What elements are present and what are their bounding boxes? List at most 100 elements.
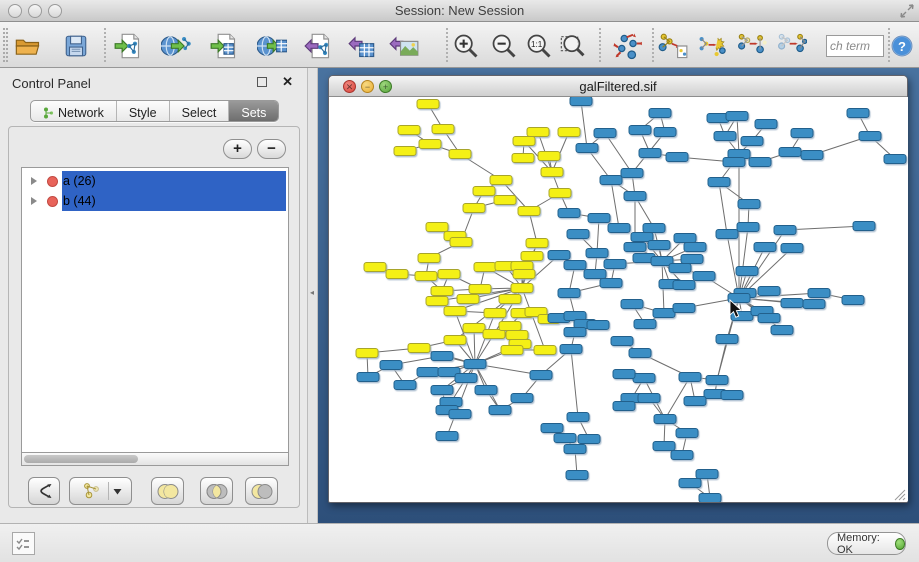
graph-node-blue[interactable] xyxy=(608,224,630,233)
graph-node-yellow[interactable] xyxy=(463,324,485,333)
graph-node-blue[interactable] xyxy=(588,214,610,223)
graph-node-blue[interactable] xyxy=(594,129,616,138)
graph-node-blue[interactable] xyxy=(859,132,881,141)
graph-node-yellow[interactable] xyxy=(538,152,560,161)
graph-node-yellow[interactable] xyxy=(534,346,556,355)
graph-node-yellow[interactable] xyxy=(484,309,506,318)
graph-node-blue[interactable] xyxy=(621,300,643,309)
graph-node-yellow[interactable] xyxy=(417,100,439,109)
graph-node-blue[interactable] xyxy=(696,470,718,479)
graph-node-blue[interactable] xyxy=(774,226,796,235)
open-session-icon[interactable] xyxy=(11,29,45,63)
hide-selected-icon[interactable] xyxy=(735,29,769,63)
graph-node-blue[interactable] xyxy=(714,132,736,141)
graph-node-blue[interactable] xyxy=(653,309,675,318)
graph-node-blue[interactable] xyxy=(716,230,738,239)
graph-node-blue[interactable] xyxy=(803,300,825,309)
export-network-icon[interactable] xyxy=(301,29,335,63)
union-button[interactable] xyxy=(151,477,184,505)
memory-status-button[interactable]: Memory: OK xyxy=(827,532,906,555)
graph-edge[interactable] xyxy=(571,349,578,417)
graph-node-yellow[interactable] xyxy=(469,285,491,294)
scrollbar-thumb[interactable] xyxy=(24,455,138,463)
graph-node-blue[interactable] xyxy=(716,335,738,344)
graph-node-yellow[interactable] xyxy=(415,272,437,281)
select-first-neighbors-icon[interactable] xyxy=(656,29,690,63)
graph-node-blue[interactable] xyxy=(604,260,626,269)
graph-node-yellow[interactable] xyxy=(518,207,540,216)
zoom-fit-icon[interactable] xyxy=(556,29,590,63)
graph-node-yellow[interactable] xyxy=(463,204,485,213)
graph-edge[interactable] xyxy=(719,182,727,234)
graph-node-blue[interactable] xyxy=(629,126,651,135)
graph-node-blue[interactable] xyxy=(431,352,453,361)
graph-node-yellow[interactable] xyxy=(364,263,386,272)
network-frame-titlebar[interactable]: ✕ − + galFiltered.sif xyxy=(329,76,907,97)
graph-node-blue[interactable] xyxy=(737,223,759,232)
graph-node-blue[interactable] xyxy=(639,149,661,158)
graph-node-blue[interactable] xyxy=(475,386,497,395)
graph-node-blue[interactable] xyxy=(669,264,691,273)
graph-node-blue[interactable] xyxy=(723,158,745,167)
close-panel-icon[interactable]: ✕ xyxy=(282,74,293,90)
zoom-out-icon[interactable] xyxy=(487,29,521,63)
graph-node-yellow[interactable] xyxy=(558,128,580,137)
graph-node-yellow[interactable] xyxy=(490,176,512,185)
save-session-icon[interactable] xyxy=(59,29,93,63)
graph-node-blue[interactable] xyxy=(791,129,813,138)
import-network-web-icon[interactable] xyxy=(159,29,193,63)
graph-node-blue[interactable] xyxy=(708,178,730,187)
float-panel-icon[interactable] xyxy=(257,77,267,87)
graph-node-blue[interactable] xyxy=(621,169,643,178)
graph-node-yellow[interactable] xyxy=(419,140,441,149)
graph-node-yellow[interactable] xyxy=(386,270,408,279)
graph-node-blue[interactable] xyxy=(558,289,580,298)
graph-node-blue[interactable] xyxy=(842,296,864,305)
graph-node-blue[interactable] xyxy=(649,109,671,118)
graph-node-yellow[interactable] xyxy=(513,137,535,146)
graph-node-blue[interactable] xyxy=(749,158,771,167)
graph-node-blue[interactable] xyxy=(684,397,706,406)
graph-node-yellow[interactable] xyxy=(512,154,534,163)
graph-node-blue[interactable] xyxy=(666,153,688,162)
graph-node-yellow[interactable] xyxy=(527,128,549,137)
graph-edge[interactable] xyxy=(581,101,587,148)
graph-node-yellow[interactable] xyxy=(521,252,543,261)
graph-node-yellow[interactable] xyxy=(426,223,448,232)
export-image-icon[interactable] xyxy=(387,29,421,63)
graph-node-blue[interactable] xyxy=(394,381,416,390)
window-titlebar[interactable]: Session: New Session xyxy=(0,0,919,22)
new-network-from-selection-icon[interactable] xyxy=(695,29,729,63)
graph-node-blue[interactable] xyxy=(548,251,570,260)
import-table-web-icon[interactable] xyxy=(255,29,289,63)
graph-node-blue[interactable] xyxy=(624,243,646,252)
intersection-button[interactable] xyxy=(200,477,233,505)
graph-node-blue[interactable] xyxy=(674,234,696,243)
graph-node-yellow[interactable] xyxy=(431,287,453,296)
graph-node-yellow[interactable] xyxy=(511,284,533,293)
graph-edge[interactable] xyxy=(605,133,632,173)
graph-node-blue[interactable] xyxy=(455,374,477,383)
graph-node-blue[interactable] xyxy=(613,402,635,411)
graph-node-blue[interactable] xyxy=(576,144,598,153)
graph-node-yellow[interactable] xyxy=(526,239,548,248)
graph-node-yellow[interactable] xyxy=(444,307,466,316)
graph-node-blue[interactable] xyxy=(564,261,586,270)
create-set-from-network-button[interactable] xyxy=(69,477,132,505)
graph-edge[interactable] xyxy=(474,328,475,364)
graph-node-blue[interactable] xyxy=(736,267,758,276)
graph-node-blue[interactable] xyxy=(587,321,609,330)
tab-sets[interactable]: Sets xyxy=(229,101,278,121)
graph-node-yellow[interactable] xyxy=(499,295,521,304)
graph-node-blue[interactable] xyxy=(613,370,635,379)
graph-node-yellow[interactable] xyxy=(449,150,471,159)
graph-node-blue[interactable] xyxy=(634,320,656,329)
graph-node-yellow[interactable] xyxy=(398,126,420,135)
graph-node-blue[interactable] xyxy=(560,345,582,354)
search-input[interactable]: ch term xyxy=(826,35,884,57)
graph-node-blue[interactable] xyxy=(464,360,486,369)
graph-node-blue[interactable] xyxy=(781,299,803,308)
graph-node-blue[interactable] xyxy=(564,445,586,454)
graph-node-blue[interactable] xyxy=(654,128,676,137)
graph-node-blue[interactable] xyxy=(884,155,906,164)
